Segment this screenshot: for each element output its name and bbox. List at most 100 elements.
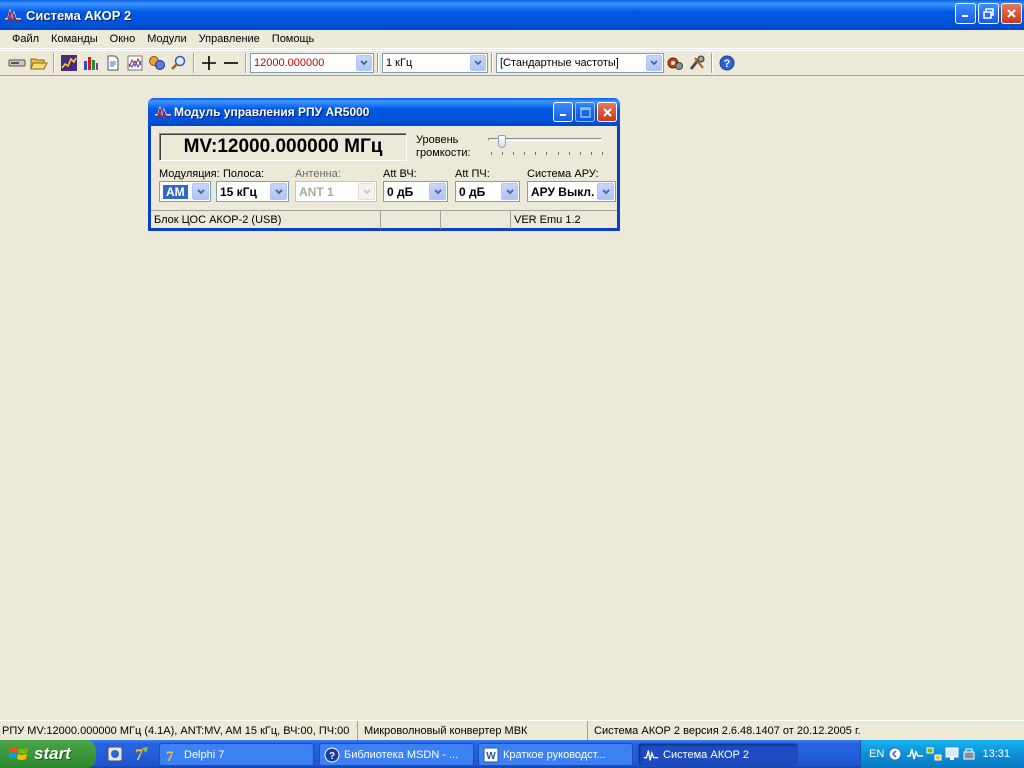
task-delphi[interactable]: 7 Delphi 7	[159, 743, 314, 766]
task-msdn[interactable]: ? Библиотека MSDN - ...	[319, 743, 474, 766]
chevron-down-icon	[601, 188, 610, 194]
agc-select[interactable]: АРУ Выкл.	[527, 181, 616, 202]
menu-file[interactable]: Файл	[6, 33, 45, 45]
volume-label: Уровень громкости:	[416, 134, 471, 160]
chevron-down-icon	[505, 188, 514, 194]
display-icon[interactable]	[945, 747, 959, 761]
language-indicator[interactable]: EN	[869, 748, 884, 760]
network-icon[interactable]	[926, 747, 942, 761]
frequency-list-dropdown-button[interactable]	[646, 55, 662, 71]
folder-open-icon	[30, 58, 48, 69]
delphi-icon: 7	[164, 747, 180, 763]
menu-help[interactable]: Помощь	[266, 33, 321, 45]
clock[interactable]: 13:31	[982, 748, 1010, 760]
app-logo-icon	[5, 9, 21, 23]
toolbar-separator	[245, 53, 247, 73]
agc-value: АРУ Выкл.	[531, 184, 595, 199]
volume-label-line1: Уровень	[416, 134, 459, 146]
status-version-info: Система АКОР 2 версия 2.6.48.1407 от 20.…	[594, 725, 861, 737]
close-button[interactable]	[1001, 3, 1022, 24]
document-button[interactable]	[102, 52, 124, 74]
plus-button[interactable]	[198, 52, 220, 74]
chevron-left-icon[interactable]	[888, 747, 902, 761]
svg-text:?: ?	[724, 58, 731, 70]
menu-commands[interactable]: Команды	[45, 33, 104, 45]
att-if-dropdown-button[interactable]	[501, 183, 518, 200]
att-rf-value: 0 дБ	[387, 184, 414, 199]
att-if-value: 0 дБ	[459, 184, 486, 199]
step-value: 1 кГц	[386, 57, 413, 69]
chevron-down-icon	[362, 188, 371, 194]
child-maximize-button[interactable]	[575, 102, 595, 122]
gears-icon	[667, 57, 683, 70]
band-dropdown-button[interactable]	[270, 183, 287, 200]
antenna-select[interactable]: ANT 1	[295, 181, 377, 202]
main-titlebar[interactable]: Система АКОР 2	[0, 0, 1024, 30]
settings-button[interactable]	[664, 52, 686, 74]
child-minimize-button[interactable]	[553, 102, 573, 122]
volume-slider-ticks	[491, 152, 603, 155]
windows-logo-icon	[9, 747, 28, 760]
antenna-dropdown-button[interactable]	[358, 183, 375, 200]
tools-button[interactable]	[686, 52, 708, 74]
task-word-doc[interactable]: W Краткое руководст...	[478, 743, 633, 766]
app-tray-icon[interactable]	[906, 747, 924, 761]
menu-window[interactable]: Окно	[104, 33, 142, 45]
receiver-control-window[interactable]: Модуль управления РПУ AR5000 MV:12000.00…	[148, 98, 620, 231]
step-combo[interactable]: 1 кГц	[382, 53, 488, 73]
step-dropdown-button[interactable]	[470, 55, 486, 71]
att-rf-dropdown-button[interactable]	[429, 183, 446, 200]
device-button[interactable]	[6, 52, 28, 74]
modulation-label: Модуляция:	[159, 168, 220, 180]
start-button[interactable]: start	[0, 740, 96, 768]
toolbar-separator	[491, 53, 493, 73]
task-akor-label: Система АКОР 2	[663, 748, 750, 761]
modulation-value: AM	[163, 184, 188, 199]
status-receiver-info: РПУ MV:12000.000000 МГц (4.1А), ANT:MV, …	[0, 721, 358, 741]
frequency-combo[interactable]: 12000.000000	[250, 53, 374, 73]
restore-button[interactable]	[978, 3, 999, 24]
att-if-select[interactable]: 0 дБ	[455, 181, 520, 202]
band-select[interactable]: 15 кГц	[216, 181, 289, 202]
volume-slider-thumb[interactable]	[498, 135, 506, 148]
spectrum-icon	[61, 55, 77, 71]
status-cell-empty	[381, 211, 441, 229]
app-status-bar: РПУ MV:12000.000000 МГц (4.1А), ANT:MV, …	[0, 720, 1024, 741]
task-akor[interactable]: Система АКОР 2	[638, 743, 798, 766]
task-msdn-label: Библиотека MSDN - ...	[344, 748, 459, 761]
bars-button[interactable]	[80, 52, 102, 74]
device-icon	[8, 59, 26, 67]
bar-chart-icon	[84, 57, 98, 70]
modulation-dropdown-button[interactable]	[192, 183, 209, 200]
receiver-window-titlebar[interactable]: Модуль управления РПУ AR5000	[148, 98, 620, 126]
quick-launch-help-button[interactable]	[104, 744, 126, 764]
menu-modules[interactable]: Модули	[141, 33, 192, 45]
system-tray: EN 13:31	[860, 740, 1024, 768]
open-folder-button[interactable]	[28, 52, 50, 74]
frequency-list-combo[interactable]: [Стандартные частоты]	[496, 53, 664, 73]
antenna-label: Антенна:	[295, 168, 341, 180]
att-rf-select[interactable]: 0 дБ	[383, 181, 448, 202]
help-center-icon	[107, 746, 123, 762]
menu-control[interactable]: Управление	[193, 33, 266, 45]
maximize-icon	[579, 106, 591, 118]
frequency-dropdown-button[interactable]	[356, 55, 372, 71]
pattern-button[interactable]	[124, 52, 146, 74]
minus-button[interactable]	[220, 52, 242, 74]
band-value: 15 кГц	[220, 184, 257, 199]
find-objects-button[interactable]	[146, 52, 168, 74]
toolbar-separator	[377, 53, 379, 73]
help-button[interactable]: ?	[716, 52, 738, 74]
quick-launch-delphi-button[interactable]: 7	[130, 744, 152, 764]
chevron-down-icon	[650, 60, 658, 66]
spectrum-button[interactable]	[58, 52, 80, 74]
status-converter: Микроволновый конвертер МВК	[358, 721, 588, 741]
frequency-display: MV:12000.000000 МГц	[159, 133, 407, 161]
child-close-button[interactable]	[597, 102, 617, 122]
safely-remove-icon[interactable]	[962, 747, 976, 761]
status-version: VER Emu 1.2	[514, 214, 581, 226]
zoom-button[interactable]	[168, 52, 190, 74]
minimize-button[interactable]	[955, 3, 976, 24]
modulation-select[interactable]: AM	[159, 181, 211, 202]
agc-dropdown-button[interactable]	[597, 183, 614, 200]
